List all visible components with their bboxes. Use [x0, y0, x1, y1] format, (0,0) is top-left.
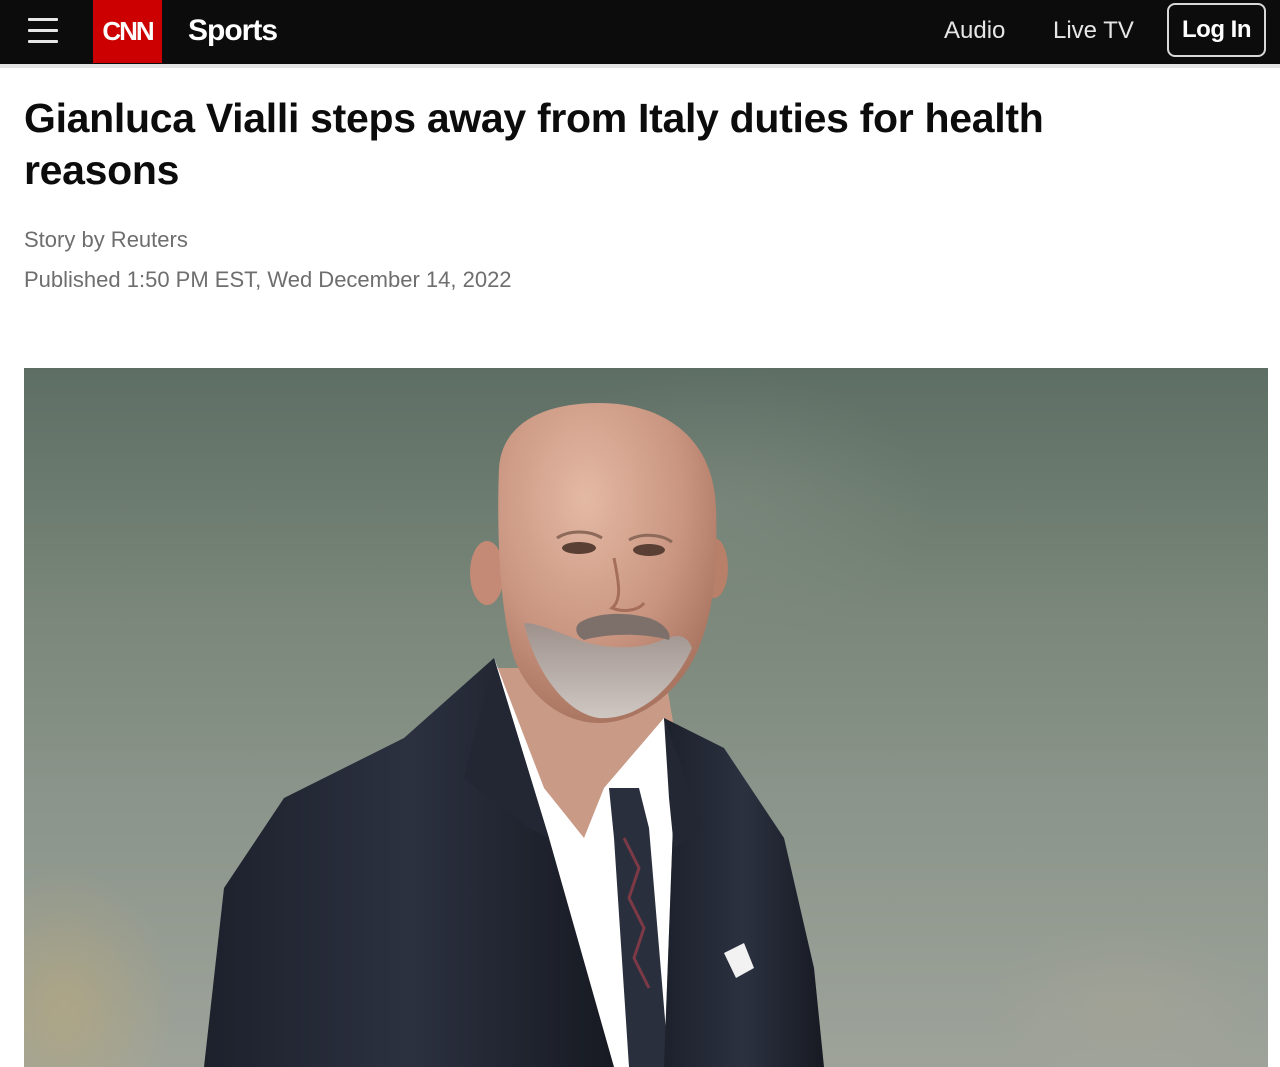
hamburger-menu-icon[interactable]	[26, 14, 62, 48]
menu-line	[28, 18, 58, 21]
nav-audio-link[interactable]: Audio	[944, 14, 1005, 48]
cnn-logo[interactable]: CNN	[93, 0, 162, 63]
nav-live-tv-link[interactable]: Live TV	[1053, 14, 1134, 48]
article-timestamp: Published 1:50 PM EST, Wed December 14, …	[24, 267, 512, 292]
article-headline: Gianluca Vialli steps away from Italy du…	[24, 95, 1044, 193]
section-title[interactable]: Sports	[188, 12, 278, 50]
article-byline: Story by Reuters	[24, 227, 188, 252]
menu-line	[28, 40, 58, 43]
top-navigation-bar: CNN Sports Audio Live TV Log In	[0, 0, 1280, 64]
header-divider	[0, 64, 1280, 68]
hero-photo[interactable]	[24, 368, 1268, 1067]
log-in-button[interactable]: Log In	[1167, 3, 1266, 57]
hero-photo-illustration	[204, 403, 824, 1067]
menu-line	[28, 29, 58, 32]
cnn-logo-text: CNN	[102, 16, 154, 46]
